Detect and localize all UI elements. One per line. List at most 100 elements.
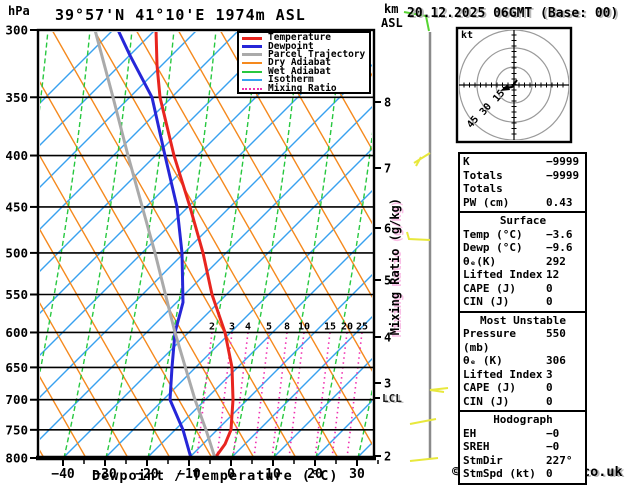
x-axis-title: Dewpoint / Temperature (°C) bbox=[92, 468, 338, 484]
legend-swatch-dry-adiabat bbox=[242, 62, 262, 64]
legend: TemperatureDewpointParcel TrajectoryDry … bbox=[237, 31, 371, 94]
table-row-value: 0 bbox=[546, 381, 583, 395]
table-row-label: Pressure (mb) bbox=[463, 327, 546, 354]
mixing-ratio-value-label: 20 bbox=[341, 321, 353, 332]
table-row-value: 550 bbox=[546, 327, 583, 354]
table-row-label: StmDir bbox=[463, 454, 546, 468]
table-row: EH−0 bbox=[463, 427, 583, 441]
table-row-value: −0 bbox=[546, 427, 583, 441]
lcl-marker-label: LCL bbox=[382, 392, 402, 405]
pressure-tick-label: 550 bbox=[5, 287, 28, 302]
plot-frame bbox=[36, 30, 376, 458]
wet-adiabat-line bbox=[64, 30, 132, 458]
table-row-label: CAPE (J) bbox=[463, 282, 546, 296]
legend-swatch-wet-adiabat bbox=[242, 71, 262, 73]
km-tick-label: 7 bbox=[384, 162, 391, 176]
wet-adiabat-line bbox=[106, 30, 174, 458]
isotherm-line bbox=[63, 30, 491, 458]
table-row-label: K bbox=[463, 155, 546, 169]
mixing-ratio-value-label: 8 bbox=[284, 321, 290, 332]
table-row-label: CIN (J) bbox=[463, 295, 546, 309]
table-row: Pressure (mb)550 bbox=[463, 327, 583, 354]
table-row-label: PW (cm) bbox=[463, 196, 546, 210]
table-row-value: 0 bbox=[546, 395, 583, 409]
table-row: Temp (°C)−3.6 bbox=[463, 228, 583, 242]
dry-adiabat-line bbox=[0, 30, 2, 458]
pressure-tick-label: 750 bbox=[5, 422, 28, 437]
mixing-ratio-axis-title: Mixing Ratio (g/kg) bbox=[388, 198, 402, 335]
altitude-unit-km: km bbox=[384, 2, 398, 16]
temp-tick-label: 30 bbox=[349, 467, 365, 482]
indices-table: K−9999Totals Totals−9999PW (cm)0.43Surfa… bbox=[458, 152, 587, 485]
pressure-tick-label: 700 bbox=[5, 392, 28, 407]
table-row-label: CIN (J) bbox=[463, 395, 546, 409]
wind-barb bbox=[407, 232, 430, 240]
wet-adiabat-line bbox=[22, 30, 90, 458]
legend-swatch-parcel-trajectory bbox=[242, 53, 262, 56]
table-row-label: SREH bbox=[463, 440, 546, 454]
wet-adiabat-line bbox=[232, 30, 300, 458]
table-row-label: StmSpd (kt) bbox=[463, 467, 546, 481]
table-row-label: θₑ (K) bbox=[463, 354, 546, 368]
legend-swatch-mixing-ratio bbox=[242, 88, 262, 90]
table-row: StmDir227° bbox=[463, 454, 583, 468]
table-section: SurfaceTemp (°C)−3.6Dewp (°C)−9.6θₑ(K)29… bbox=[458, 211, 587, 313]
wind-barb-column bbox=[404, 12, 448, 461]
table-row: CAPE (J)0 bbox=[463, 282, 583, 296]
table-row-value: 0.43 bbox=[546, 196, 583, 210]
table-row-label: θₑ(K) bbox=[463, 255, 546, 269]
mixing-ratio-value-label: 10 bbox=[298, 321, 310, 332]
table-row: SREH−0 bbox=[463, 440, 583, 454]
table-row-value: −9999 bbox=[546, 155, 583, 169]
table-row-value: 0 bbox=[546, 282, 583, 296]
table-row-label: Totals Totals bbox=[463, 169, 546, 196]
table-row-label: Lifted Index bbox=[463, 268, 546, 282]
table-row: PW (cm)0.43 bbox=[463, 196, 583, 210]
table-row-value: 0 bbox=[546, 295, 583, 309]
table-row: CAPE (J)0 bbox=[463, 381, 583, 395]
pressure-tick-label: 650 bbox=[5, 360, 28, 375]
table-row-value: 12 bbox=[546, 268, 583, 282]
table-row: CIN (J)0 bbox=[463, 395, 583, 409]
table-section: K−9999Totals Totals−9999PW (cm)0.43 bbox=[458, 152, 587, 213]
valid-datetime: 20.12.2025 06GMT (Base: 00) bbox=[407, 6, 618, 21]
table-row-label: Lifted Index bbox=[463, 368, 546, 382]
table-row-value: −0 bbox=[546, 440, 583, 454]
table-row-value: −3.6 bbox=[546, 228, 583, 242]
legend-swatch-isotherm bbox=[242, 79, 262, 81]
table-row-value: 227° bbox=[546, 454, 583, 468]
table-row: Totals Totals−9999 bbox=[463, 169, 583, 196]
pressure-tick-label: 600 bbox=[5, 325, 28, 340]
pressure-tick-label: 800 bbox=[5, 451, 28, 466]
table-section-title: Hodograph bbox=[463, 413, 583, 427]
mixing-ratio-value-label: 4 bbox=[245, 321, 251, 332]
table-row-value: 292 bbox=[546, 255, 583, 269]
mixing-ratio-value-label: 5 bbox=[266, 321, 272, 332]
table-section-title: Surface bbox=[463, 214, 583, 228]
table-row-label: EH bbox=[463, 427, 546, 441]
table-row: Dewp (°C)−9.6 bbox=[463, 241, 583, 255]
table-row: StmSpd (kt)0 bbox=[463, 467, 583, 481]
mixing-ratio-value-label: 3 bbox=[229, 321, 235, 332]
table-row-label: Dewp (°C) bbox=[463, 241, 546, 255]
hodograph-unit-label: kt bbox=[461, 30, 473, 41]
pressure-tick-label: 300 bbox=[5, 23, 28, 38]
legend-swatch-temperature bbox=[242, 37, 262, 40]
skewt-sounding-screenshot: 300350400450500550600650700750800−40−30−… bbox=[0, 0, 629, 486]
wind-barb bbox=[430, 388, 448, 392]
pressure-tick-label: 350 bbox=[5, 90, 28, 105]
table-row-value: −9999 bbox=[546, 169, 583, 196]
table-row-value: 306 bbox=[546, 354, 583, 368]
table-row-value: 3 bbox=[546, 368, 583, 382]
station-title: 39°57'N 41°10'E 1974m ASL bbox=[55, 6, 306, 24]
parcel-trajectory-curve bbox=[95, 30, 215, 458]
sounding-curves bbox=[95, 30, 233, 458]
pressure-tick-label: 500 bbox=[5, 245, 28, 260]
mixing-ratio-value-label: 2 bbox=[209, 321, 215, 332]
pressure-unit-label: hPa bbox=[8, 4, 30, 18]
altitude-unit-asl: ASL bbox=[381, 16, 403, 30]
table-row-value: 0 bbox=[546, 467, 583, 481]
table-row: θₑ(K)292 bbox=[463, 255, 583, 269]
legend-item: Mixing Ratio bbox=[242, 84, 369, 92]
km-tick-label: 3 bbox=[384, 377, 391, 391]
